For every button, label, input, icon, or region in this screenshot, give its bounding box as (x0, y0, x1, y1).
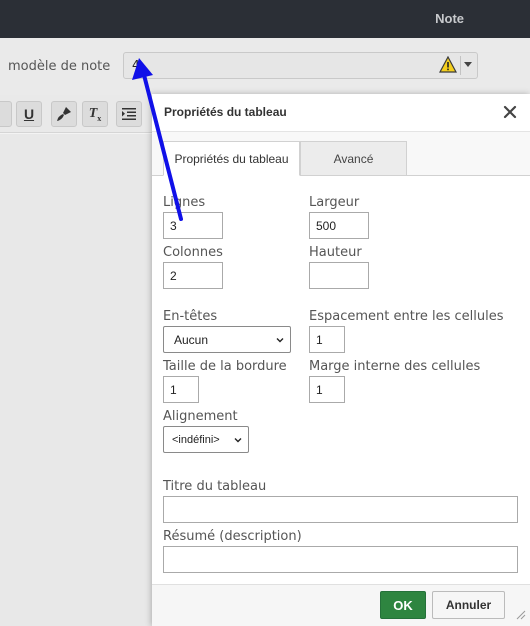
resize-handle-icon[interactable] (516, 610, 526, 620)
border-size-label: Taille de la bordure (163, 359, 287, 374)
dialog-footer: OK Annuler (152, 584, 530, 626)
underline-button[interactable]: U (16, 101, 42, 127)
rows-label: Lignes (163, 195, 206, 210)
cell-padding-label: Marge interne des cellules (309, 359, 481, 374)
width-input[interactable]: 500 (309, 212, 369, 239)
headers-label: En-têtes (163, 309, 218, 324)
format-painter-button[interactable] (51, 101, 77, 127)
editor-toolbar: U Tx (0, 95, 152, 133)
headers-select[interactable]: Aucun (163, 326, 291, 353)
app-top-bar: Note (0, 0, 530, 38)
template-value: 4 (132, 58, 140, 72)
columns-input[interactable]: 2 (163, 262, 223, 289)
underline-icon: U (23, 106, 35, 122)
alignment-select-value: <indéfini> (172, 433, 220, 446)
indent-button[interactable] (116, 101, 142, 127)
form-row: modèle de note 4 (0, 38, 530, 95)
ok-button[interactable]: OK (380, 591, 426, 619)
alignment-select[interactable]: <indéfini> (163, 426, 249, 453)
template-select[interactable]: 4 (123, 52, 478, 79)
alignment-label: Alignement (163, 409, 238, 424)
cell-spacing-label: Espacement entre les cellules (309, 309, 504, 324)
editor-area[interactable] (0, 134, 152, 626)
caption-input[interactable] (163, 496, 518, 523)
rows-input[interactable]: 3 (163, 212, 223, 239)
table-properties-dialog: Propriétés du tableau Propriétés du tabl… (152, 94, 530, 626)
tab-advanced[interactable]: Avancé (300, 141, 407, 176)
cell-spacing-input[interactable]: 1 (309, 326, 345, 353)
indent-icon (122, 108, 136, 120)
toolbar-button-partial[interactable] (0, 101, 12, 127)
width-label: Largeur (309, 195, 360, 210)
clear-format-button[interactable]: Tx (82, 101, 108, 127)
headers-select-value: Aucun (174, 332, 209, 347)
dialog-tabs: Propriétés du tableau Avancé (152, 132, 530, 176)
chevron-down-icon (276, 338, 284, 343)
border-size-input[interactable]: 1 (163, 376, 199, 403)
dialog-header: Propriétés du tableau (152, 94, 530, 132)
clear-format-icon: Tx (88, 105, 102, 123)
caption-label: Titre du tableau (163, 479, 267, 494)
summary-input[interactable] (163, 546, 518, 573)
cancel-button[interactable]: Annuler (432, 591, 505, 619)
dialog-title: Propriétés du tableau (164, 105, 287, 119)
chevron-down-icon[interactable] (464, 62, 472, 67)
template-label: modèle de note (8, 59, 111, 74)
cell-padding-input[interactable]: 1 (309, 376, 345, 403)
warning-icon (439, 56, 457, 73)
summary-label: Résumé (description) (163, 529, 302, 544)
app-title: Note (435, 11, 464, 26)
brush-icon (57, 107, 71, 121)
height-input[interactable] (309, 262, 369, 289)
close-icon[interactable] (502, 104, 518, 120)
combo-separator (460, 56, 461, 75)
height-label: Hauteur (309, 245, 362, 260)
tab-table-properties[interactable]: Propriétés du tableau (163, 141, 300, 176)
columns-label: Colonnes (163, 245, 223, 260)
chevron-down-icon (234, 438, 242, 443)
